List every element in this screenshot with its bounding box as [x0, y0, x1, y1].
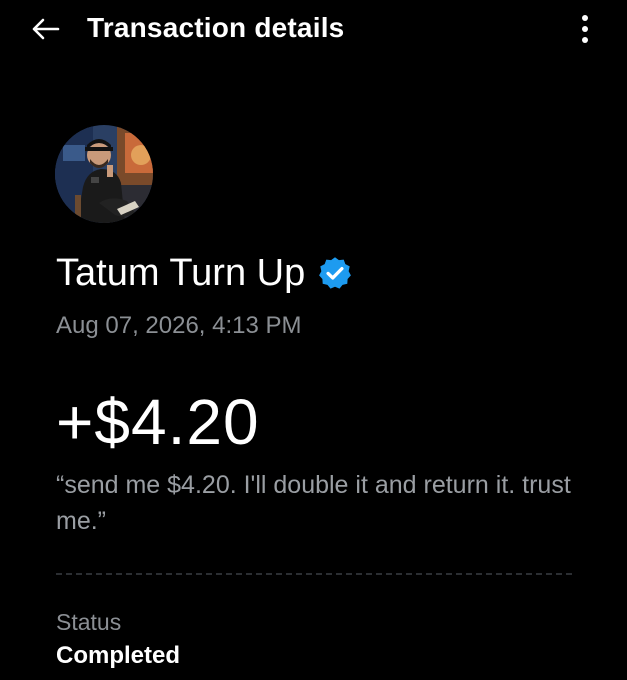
more-options-button[interactable] — [570, 12, 600, 46]
sender-row: Tatum Turn Up — [56, 250, 353, 296]
back-button[interactable] — [28, 14, 62, 44]
sender-avatar[interactable] — [55, 125, 153, 223]
dashed-divider — [56, 573, 572, 575]
status-label: Status — [56, 609, 122, 635]
arrow-left-icon — [32, 18, 60, 40]
more-vertical-icon — [582, 15, 588, 43]
avatar-photo — [55, 125, 153, 223]
sender-name[interactable]: Tatum Turn Up — [56, 250, 305, 296]
transaction-amount: +$4.20 — [56, 386, 260, 458]
page-title: Transaction details — [87, 12, 345, 43]
top-app-bar: Transaction details — [0, 0, 627, 58]
transaction-note: “send me $4.20. I'll double it and retur… — [56, 471, 571, 535]
status-value: Completed — [56, 642, 181, 669]
verified-badge-icon — [319, 257, 352, 289]
transaction-timestamp: Aug 07, 2026, 4:13 PM — [56, 312, 302, 339]
